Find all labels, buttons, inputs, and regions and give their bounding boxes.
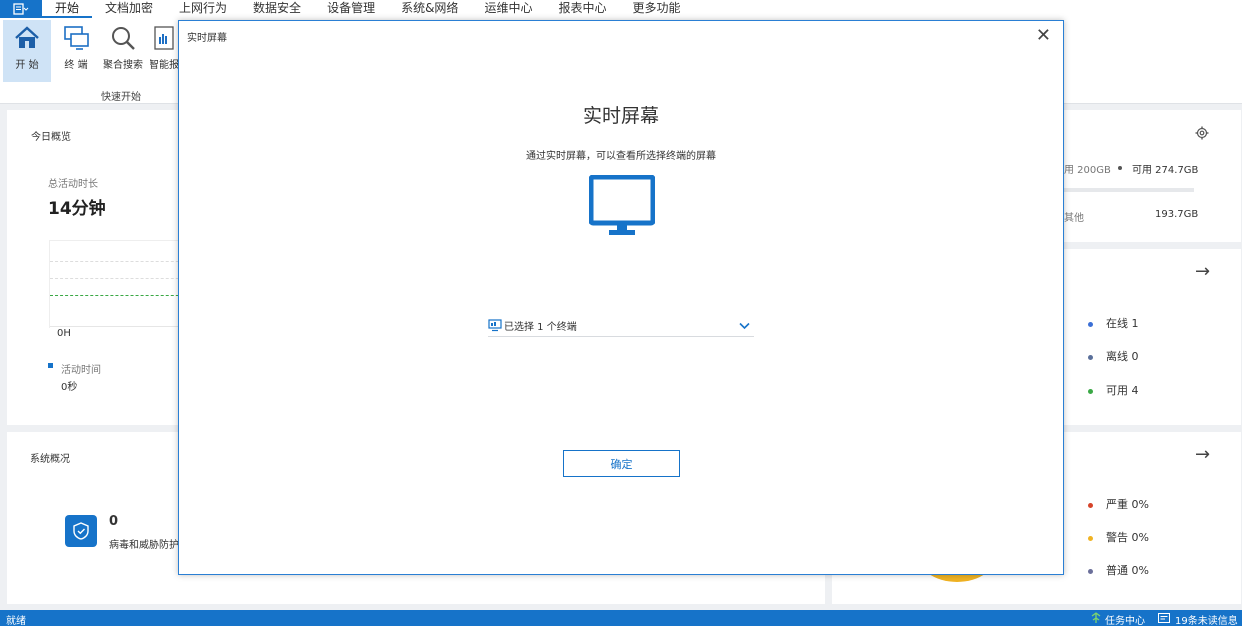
task-center-icon xyxy=(1091,612,1101,623)
virus-protection-tile[interactable] xyxy=(65,515,97,547)
close-icon[interactable]: ✕ xyxy=(1036,25,1051,46)
tab-ops-center[interactable]: 运维中心 xyxy=(471,0,545,18)
tab-report-center[interactable]: 报表中心 xyxy=(545,0,619,18)
legend-label: 活动时间 xyxy=(61,365,101,376)
dialog-heading: 实时屏幕 xyxy=(582,105,659,127)
offline-text: 离线 0 xyxy=(1106,350,1139,363)
active-duration-value: 14分钟 xyxy=(48,199,106,219)
legend-online: 在线 1 xyxy=(1088,315,1139,331)
online-text: 在线 1 xyxy=(1106,317,1139,330)
arrow-right-icon[interactable]: → xyxy=(1195,261,1210,282)
system-title: 系统概况 xyxy=(30,454,70,465)
disk-usage-bar xyxy=(1064,188,1194,192)
disk-available-text: 可用 274.7GB xyxy=(1132,165,1199,176)
report-icon xyxy=(154,26,174,50)
app-menu-icon xyxy=(13,3,29,15)
normal-text: 普通 0% xyxy=(1106,564,1149,577)
online-dot xyxy=(1088,321,1093,327)
menu-bar: 开始 文档加密 上网行为 数据安全 设备管理 系统&网络 运维中心 报表中心 更… xyxy=(0,0,1242,18)
chevron-down-icon xyxy=(739,322,750,330)
disk-other-value: 193.7GB xyxy=(1155,209,1199,220)
unread-messages-link[interactable]: 19条未读信息 xyxy=(1175,612,1238,626)
search-icon xyxy=(112,27,135,50)
tab-more-features[interactable]: 更多功能 xyxy=(619,0,693,18)
confirm-button[interactable]: 确定 xyxy=(563,450,680,477)
dialog-description: 通过实时屏幕，可以查看所选择终端的屏幕 xyxy=(526,151,716,162)
tab-system-network[interactable]: 系统&网络 xyxy=(388,0,471,18)
ribbon-start-button[interactable]: 开 始 xyxy=(3,20,51,82)
ribbon-terminal-button[interactable]: 终 端 xyxy=(58,20,94,82)
status-ready: 就绪 xyxy=(6,616,26,626)
tab-device-management[interactable]: 设备管理 xyxy=(314,0,388,18)
status-bar: 就绪 任务中心 19条未读信息 xyxy=(0,610,1242,626)
home-icon xyxy=(15,26,39,48)
ribbon-group-label: 快速开始 xyxy=(101,92,141,103)
monitor-icon xyxy=(589,175,655,235)
critical-text: 严重 0% xyxy=(1106,498,1149,511)
tab-doc-encryption[interactable]: 文档加密 xyxy=(92,0,166,18)
disk-dot xyxy=(1118,166,1122,170)
ribbon-search-button[interactable]: 聚合搜索 xyxy=(102,20,144,82)
task-center-link[interactable]: 任务中心 xyxy=(1105,612,1145,626)
critical-dot xyxy=(1088,502,1093,508)
terminal-icon xyxy=(64,26,89,50)
offline-dot xyxy=(1088,354,1093,360)
active-duration-label: 总活动时长 xyxy=(48,179,98,190)
message-icon xyxy=(1158,613,1170,623)
live-screen-dialog: 实时屏幕 ✕ 实时屏幕 通过实时屏幕，可以查看所选择终端的屏幕 已选择 1 个终… xyxy=(178,20,1064,575)
legend-value: 0秒 xyxy=(61,382,78,393)
virus-label: 病毒和威胁防护 xyxy=(109,540,179,551)
legend-swatch xyxy=(48,363,53,368)
legend-warning: 警告 0% xyxy=(1088,529,1149,545)
legend-available: 可用 4 xyxy=(1088,382,1139,398)
ribbon-start-label: 开 始 xyxy=(15,60,39,71)
normal-dot xyxy=(1088,568,1093,574)
terminal-select-icon xyxy=(488,319,502,332)
shield-icon xyxy=(73,522,89,540)
disk-card: 用 200GB 可用 274.7GB 其他 193.7GB xyxy=(1064,110,1241,242)
gear-icon[interactable] xyxy=(1195,126,1209,140)
available-dot xyxy=(1088,388,1093,394)
legend-offline: 离线 0 xyxy=(1088,348,1139,364)
terminal-select[interactable]: 已选择 1 个终端 xyxy=(488,315,754,337)
ribbon-search-label: 聚合搜索 xyxy=(103,60,143,71)
today-title: 今日概览 xyxy=(31,132,71,143)
tab-start[interactable]: 开始 xyxy=(42,0,93,18)
dialog-title: 实时屏幕 xyxy=(187,33,227,44)
ribbon-report-button[interactable]: 智能报 xyxy=(150,20,178,82)
chart-axis-tick: 0H xyxy=(57,328,71,339)
ribbon-terminal-label: 终 端 xyxy=(64,60,88,71)
legend-critical: 严重 0% xyxy=(1088,496,1149,512)
available-text: 可用 4 xyxy=(1106,384,1139,397)
terminal-status-card: → xyxy=(1064,249,1241,425)
arrow-right-icon[interactable]: → xyxy=(1195,444,1210,465)
warning-dot xyxy=(1088,535,1093,541)
disk-other-label: 其他 xyxy=(1064,213,1084,224)
ribbon-report-label: 智能报 xyxy=(150,60,178,71)
legend-normal: 普通 0% xyxy=(1088,562,1149,578)
app-menu-button[interactable] xyxy=(0,0,42,18)
warning-text: 警告 0% xyxy=(1106,531,1149,544)
virus-count: 0 xyxy=(109,514,119,529)
terminal-select-value: 已选择 1 个终端 xyxy=(504,322,577,333)
tab-data-security[interactable]: 数据安全 xyxy=(240,0,314,18)
disk-used-text: 用 200GB xyxy=(1064,165,1111,176)
tab-internet-behavior[interactable]: 上网行为 xyxy=(166,0,240,18)
